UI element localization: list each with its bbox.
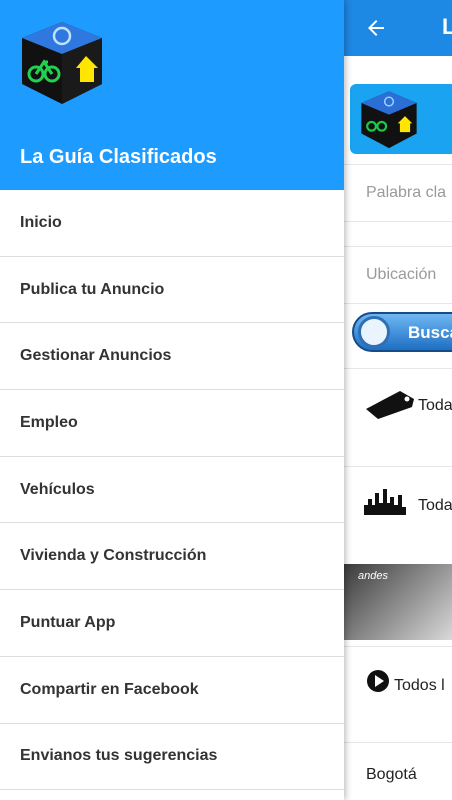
navigation-drawer: La Guía Clasificados Inicio Publica tu A…	[0, 0, 344, 800]
menu-item-label: Vehículos	[20, 480, 95, 498]
app-logo-banner	[350, 84, 452, 154]
category-row[interactable]: Toda	[344, 466, 452, 540]
menu-item-label: Compartir en Facebook	[20, 680, 199, 698]
drawer-title: La Guía Clasificados	[20, 146, 217, 168]
drawer-menu: Inicio Publica tu Anuncio Gestionar Anun…	[0, 190, 344, 791]
city-value: Bogotá	[366, 766, 417, 783]
category-label: Toda	[418, 497, 452, 514]
category-row[interactable]: Toda	[344, 368, 452, 442]
promo-brand: andes	[358, 570, 388, 582]
app-bar: L	[344, 0, 452, 56]
menu-item-label: Puntuar App	[20, 613, 116, 631]
menu-item-label: Gestionar Anuncios	[20, 347, 172, 365]
menu-item-puntuar-app[interactable]: Puntuar App	[0, 590, 344, 657]
magnifier-icon	[358, 316, 390, 348]
menu-item-label: Inicio	[20, 213, 62, 231]
app-title: L	[442, 14, 452, 39]
category-row[interactable]: Todos l	[344, 646, 452, 720]
menu-item-label: Empleo	[20, 413, 78, 431]
app-logo-icon	[22, 22, 102, 104]
menu-item-sugerencias[interactable]: Envianos tus sugerencias	[0, 724, 344, 791]
search-button[interactable]: Busca	[352, 312, 452, 352]
play-circle-icon	[367, 670, 389, 692]
promo-banner[interactable]: andes	[344, 564, 452, 640]
menu-item-vivienda[interactable]: Vivienda y Construcción	[0, 523, 344, 591]
price-tag-icon	[366, 391, 414, 419]
menu-item-inicio[interactable]: Inicio	[0, 190, 344, 257]
menu-item-vehiculos[interactable]: Vehículos	[0, 457, 344, 524]
search-button-label: Busca	[408, 323, 452, 342]
menu-item-label: Envianos tus sugerencias	[20, 747, 218, 765]
location-field[interactable]: Ubicación	[344, 246, 452, 304]
back-arrow-icon[interactable]	[364, 16, 388, 40]
keyword-placeholder: Palabra cla	[366, 184, 447, 201]
city-skyline-icon	[364, 489, 406, 515]
main-content: Palabra cla Ubicación Busca Toda Toda an…	[344, 56, 452, 800]
menu-item-publica-anuncio[interactable]: Publica tu Anuncio	[0, 257, 344, 324]
menu-item-gestionar-anuncios[interactable]: Gestionar Anuncios	[0, 323, 344, 391]
keyword-field[interactable]: Palabra cla	[344, 164, 452, 222]
menu-item-compartir-facebook[interactable]: Compartir en Facebook	[0, 657, 344, 724]
menu-item-label: Publica tu Anuncio	[20, 280, 165, 298]
app-logo-icon	[361, 91, 417, 149]
category-label: Todos l	[394, 677, 445, 694]
menu-item-label: Vivienda y Construcción	[20, 547, 207, 565]
drawer-header: La Guía Clasificados	[0, 0, 344, 190]
location-placeholder: Ubicación	[366, 266, 437, 283]
category-label: Toda	[418, 397, 452, 414]
menu-item-empleo[interactable]: Empleo	[0, 390, 344, 457]
